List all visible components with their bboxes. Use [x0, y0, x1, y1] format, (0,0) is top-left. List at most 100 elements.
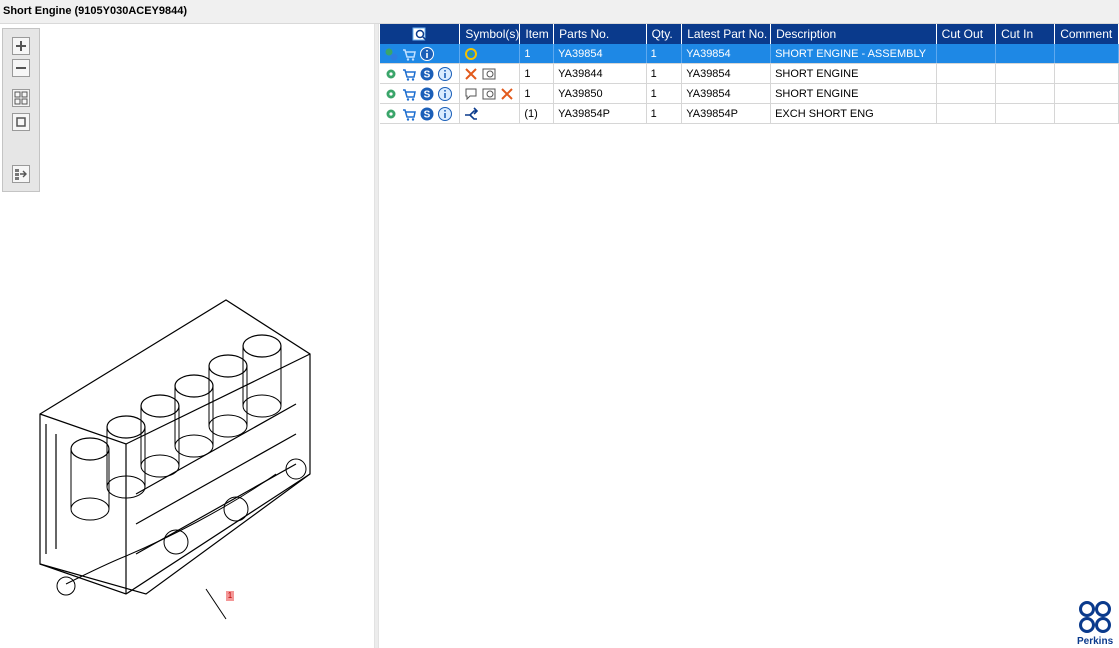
column-header-icons[interactable] — [380, 24, 461, 44]
cell-cut-out — [936, 63, 997, 84]
book-search-icon — [482, 68, 496, 79]
column-header-cut-in[interactable]: Cut In — [995, 24, 1056, 44]
gear-icon[interactable] — [384, 67, 398, 81]
title-bar: Short Engine (9105Y030ACEY9844) — [0, 0, 1119, 24]
cell-parts-no: YA39854P — [553, 103, 647, 124]
cell-cut-out — [936, 103, 997, 124]
zoom-in-button[interactable] — [12, 37, 30, 55]
cell-item: (1) — [519, 103, 555, 124]
table-header: Symbol(s) Item Parts No. Qty. Latest Par… — [380, 24, 1119, 44]
parts-list-pane: Symbol(s) Item Parts No. Qty. Latest Par… — [379, 24, 1119, 648]
cell-qty: 1 — [646, 103, 683, 124]
cart-icon[interactable] — [402, 47, 416, 61]
svg-text:S: S — [424, 89, 431, 100]
zoom-out-icon — [16, 67, 26, 69]
svg-text:S: S — [424, 109, 431, 120]
row-symbols — [459, 44, 521, 64]
cart-icon[interactable] — [402, 67, 416, 81]
cart-icon[interactable] — [402, 107, 416, 121]
engine-drawing[interactable] — [26, 294, 326, 634]
cell-comment — [1054, 83, 1119, 104]
zoom-out-button[interactable] — [12, 59, 30, 77]
info-icon[interactable] — [420, 46, 434, 61]
drawing-pane[interactable]: 1 — [0, 24, 374, 648]
cell-latest-part-no: YA39854P — [681, 103, 772, 124]
cross-icon — [501, 87, 514, 100]
viewer-toolbar — [2, 28, 40, 192]
window-title: Short Engine (9105Y030ACEY9844) — [3, 5, 188, 17]
column-header-item[interactable]: Item — [519, 24, 555, 44]
export-icon — [15, 169, 27, 180]
gear-icon[interactable] — [384, 87, 398, 101]
gear-icon[interactable] — [384, 107, 398, 121]
supersession-icon[interactable]: S — [420, 107, 434, 121]
gears-icon[interactable] — [384, 47, 398, 61]
cell-cut-in — [995, 44, 1056, 64]
cell-comment — [1054, 103, 1119, 124]
table-row[interactable]: S (1) YA39854P 1 YA39854P EXCH SHORT ENG — [380, 103, 1119, 124]
row-actions: S — [380, 103, 461, 124]
column-header-latest-part-no[interactable]: Latest Part No. — [681, 24, 772, 44]
row-actions: S — [380, 63, 461, 84]
perkins-logo — [1079, 601, 1111, 633]
export-button[interactable] — [12, 165, 30, 183]
column-header-cut-out[interactable]: Cut Out — [936, 24, 997, 44]
row-actions — [380, 44, 461, 64]
cell-parts-no: YA39854 — [553, 44, 647, 64]
column-header-comment[interactable]: Comment — [1054, 24, 1119, 44]
cell-description: SHORT ENGINE - ASSEMBLY — [770, 44, 937, 64]
cell-qty: 1 — [646, 83, 683, 104]
cell-latest-part-no: YA39854 — [681, 63, 772, 84]
supersession-icon[interactable]: S — [420, 87, 434, 101]
fit-all-icon — [14, 91, 28, 105]
info-icon[interactable] — [438, 106, 452, 121]
cell-description: SHORT ENGINE — [770, 83, 937, 104]
column-header-qty[interactable]: Qty. — [646, 24, 683, 44]
supersession-icon[interactable]: S — [420, 67, 434, 81]
info-icon[interactable] — [438, 66, 452, 81]
fit-all-button[interactable] — [12, 89, 30, 107]
cell-cut-in — [995, 83, 1056, 104]
cell-description: EXCH SHORT ENG — [770, 103, 937, 124]
svg-text:S: S — [424, 69, 431, 80]
cell-cut-in — [995, 103, 1056, 124]
cell-comment — [1054, 63, 1119, 84]
cell-cut-out — [936, 44, 997, 64]
fit-page-button[interactable] — [12, 113, 30, 131]
fit-page-icon — [16, 117, 26, 127]
comment-icon — [465, 88, 477, 100]
column-header-parts-no[interactable]: Parts No. — [553, 24, 647, 44]
table-row[interactable]: S 1 YA39844 1 YA39854 SHORT ENGINE — [380, 63, 1119, 84]
table-row[interactable]: S 1 YA39850 1 YA39854 SHORT ENGINE — [380, 83, 1119, 104]
column-header-symbols[interactable]: Symbol(s) — [459, 24, 521, 44]
row-symbols — [459, 83, 521, 104]
parts-table: Symbol(s) Item Parts No. Qty. Latest Par… — [380, 24, 1119, 124]
exchange-arrow-icon — [465, 106, 479, 120]
cell-latest-part-no: YA39854 — [681, 83, 772, 104]
cell-item: 1 — [519, 83, 555, 104]
cell-qty: 1 — [646, 63, 683, 84]
cell-cut-out — [936, 83, 997, 104]
cell-qty: 1 — [646, 44, 683, 64]
zoom-in-icon — [16, 41, 26, 51]
cell-parts-no: YA39844 — [553, 63, 647, 84]
column-header-description[interactable]: Description — [770, 24, 937, 44]
cell-comment — [1054, 44, 1119, 64]
info-icon[interactable] — [438, 86, 452, 101]
brand-name: Perkins — [1077, 636, 1114, 647]
cell-parts-no: YA39850 — [553, 83, 647, 104]
cart-icon[interactable] — [402, 87, 416, 101]
view-drawing-icon — [412, 27, 427, 41]
cell-description: SHORT ENGINE — [770, 63, 937, 84]
cell-cut-in — [995, 63, 1056, 84]
row-symbols — [459, 63, 521, 84]
row-symbols — [459, 103, 521, 124]
callout-label[interactable]: 1 — [226, 591, 234, 601]
cell-item: 1 — [519, 44, 555, 64]
book-search-icon — [482, 88, 496, 99]
cell-item: 1 — [519, 63, 555, 84]
cross-icon — [465, 67, 478, 80]
assembly-icon — [465, 47, 478, 60]
cell-latest-part-no: YA39854 — [681, 44, 772, 64]
table-row[interactable]: 1 YA39854 1 YA39854 SHORT ENGINE - ASSEM… — [380, 44, 1119, 64]
